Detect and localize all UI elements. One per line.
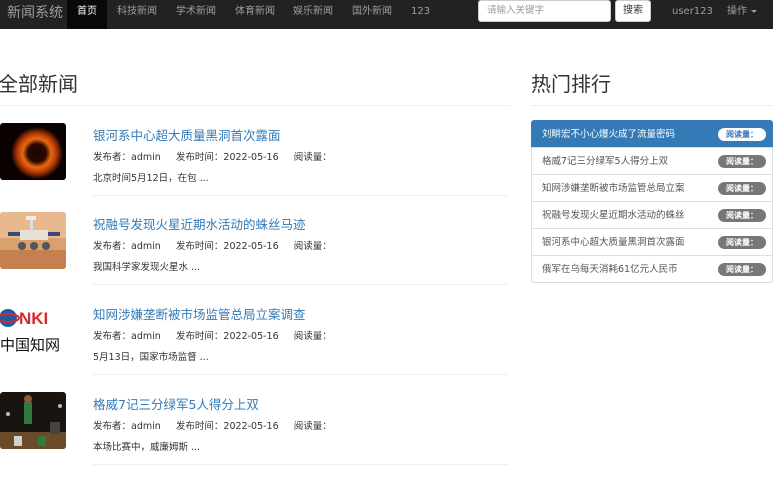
author-value: admin bbox=[131, 331, 161, 342]
news-title-link[interactable]: 知网涉嫌垄断被市场监管总局立案调查 bbox=[93, 304, 306, 323]
item-divider bbox=[93, 464, 508, 465]
hot-item-label: 格威7记三分绿军5人得分上双 bbox=[542, 156, 669, 167]
time-label: 发布时间： bbox=[175, 152, 224, 163]
read-count-badge: 阅读量： bbox=[718, 155, 766, 168]
hot-list: 刘畊宏不小心爆火成了流量密码 阅读量： 格威7记三分绿军5人得分上双 阅读量： … bbox=[531, 120, 773, 283]
read-count-badge: 阅读量： bbox=[718, 182, 766, 195]
item-divider bbox=[93, 284, 508, 285]
reads-label: 阅读量： bbox=[293, 241, 332, 252]
news-meta: 发布者：admin 发布时间：2022-05-16 阅读量： bbox=[93, 149, 332, 163]
hot-item-label: 俄军在乌每天消耗61亿元人民币 bbox=[542, 264, 678, 275]
author-value: admin bbox=[131, 421, 161, 432]
news-excerpt: 本场比赛中，威廉姆斯 ... bbox=[93, 442, 201, 453]
read-count-badge: 阅读量： bbox=[718, 128, 766, 141]
hot-list-item[interactable]: 祝融号发现火星近期水活动的蛛丝 阅读量： bbox=[531, 201, 773, 229]
news-item: 格威7记三分绿军5人得分上双 发布者：admin 发布时间：2022-05-16… bbox=[0, 392, 508, 482]
news-excerpt: 我国科学家发现火星水 ... bbox=[93, 262, 201, 273]
user-link[interactable]: user123 bbox=[672, 0, 713, 24]
news-title-link[interactable]: 格威7记三分绿军5人得分上双 bbox=[93, 394, 259, 413]
caret-down-icon bbox=[751, 9, 757, 13]
search-button[interactable]: 搜索 bbox=[615, 0, 651, 22]
mars-rover-image[interactable] bbox=[0, 212, 66, 269]
hot-list-item[interactable]: 知网涉嫌垄断被市场监管总局立案 阅读量： bbox=[531, 174, 773, 202]
time-label: 发布时间： bbox=[175, 241, 224, 252]
time-value: 2022-05-16 bbox=[223, 331, 279, 342]
author-label: 发布者： bbox=[93, 241, 132, 252]
cnki-logo-text: NKI bbox=[19, 309, 48, 328]
item-divider bbox=[93, 374, 508, 375]
time-label: 发布时间： bbox=[175, 421, 224, 432]
news-meta: 发布者：admin 发布时间：2022-05-16 阅读量： bbox=[93, 238, 332, 252]
hot-item-label: 刘畊宏不小心爆火成了流量密码 bbox=[542, 129, 676, 140]
ops-dropdown[interactable]: 操作 bbox=[727, 0, 757, 24]
read-count-badge: 阅读量： bbox=[718, 236, 766, 249]
hot-list-item[interactable]: 格威7记三分绿军5人得分上双 阅读量： bbox=[531, 147, 773, 175]
hot-title-divider bbox=[531, 105, 773, 106]
time-value: 2022-05-16 bbox=[223, 241, 279, 252]
author-value: admin bbox=[131, 152, 161, 163]
nav-item-academic[interactable]: 学术新闻 bbox=[176, 0, 216, 29]
hot-item-label: 祝融号发现火星近期水活动的蛛丝 bbox=[542, 210, 685, 221]
search-input[interactable]: 请输入关键字 bbox=[478, 0, 611, 22]
reads-label: 阅读量： bbox=[293, 331, 332, 342]
page-title: 全部新闻 bbox=[0, 72, 78, 96]
hot-list-item[interactable]: 俄军在乌每天消耗61亿元人民币 阅读量： bbox=[531, 255, 773, 283]
hot-list-item[interactable]: 银河系中心超大质量黑洞首次露面 阅读量： bbox=[531, 228, 773, 256]
basketball-image[interactable] bbox=[0, 392, 66, 449]
hot-item-label: 银河系中心超大质量黑洞首次露面 bbox=[542, 237, 685, 248]
nav-item-sports[interactable]: 体育新闻 bbox=[235, 0, 275, 29]
author-label: 发布者： bbox=[93, 421, 132, 432]
news-title-link[interactable]: 祝融号发现火星近期水活动的蛛丝马迹 bbox=[93, 214, 306, 233]
news-item: NKI 中国知网 知网涉嫌垄断被市场监管总局立案调查 发布者：admin 发布时… bbox=[0, 302, 508, 392]
nav-item-123[interactable]: 123 bbox=[411, 0, 430, 29]
news-meta: 发布者：admin 发布时间：2022-05-16 阅读量： bbox=[93, 328, 332, 342]
author-label: 发布者： bbox=[93, 152, 132, 163]
time-value: 2022-05-16 bbox=[223, 152, 279, 163]
author-label: 发布者： bbox=[93, 331, 132, 342]
nav-item-home[interactable]: 首页 bbox=[67, 0, 107, 29]
news-item: 祝融号发现火星近期水活动的蛛丝马迹 发布者：admin 发布时间：2022-05… bbox=[0, 212, 508, 302]
hot-list-item[interactable]: 刘畊宏不小心爆火成了流量密码 阅读量： bbox=[531, 120, 773, 148]
nav-item-entertainment[interactable]: 娱乐新闻 bbox=[293, 0, 333, 29]
hot-title: 热门排行 bbox=[531, 72, 611, 96]
time-value: 2022-05-16 bbox=[223, 421, 279, 432]
news-meta: 发布者：admin 发布时间：2022-05-16 阅读量： bbox=[93, 418, 332, 432]
author-value: admin bbox=[131, 241, 161, 252]
nav-item-tech[interactable]: 科技新闻 bbox=[117, 0, 157, 29]
nav-item-foreign[interactable]: 国外新闻 bbox=[352, 0, 392, 29]
reads-label: 阅读量： bbox=[293, 152, 332, 163]
news-excerpt: 5月13日，国家市场监督 ... bbox=[93, 352, 209, 363]
top-navbar: 新闻系统 首页 科技新闻 学术新闻 体育新闻 娱乐新闻 国外新闻 123 请输入… bbox=[0, 0, 773, 29]
reads-label: 阅读量： bbox=[293, 421, 332, 432]
cnki-logo-subtext: 中国知网 bbox=[0, 336, 60, 354]
time-label: 发布时间： bbox=[175, 331, 224, 342]
news-excerpt: 北京时间5月12日，在包 ... bbox=[93, 173, 209, 184]
read-count-badge: 阅读量： bbox=[718, 263, 766, 276]
title-divider bbox=[0, 105, 510, 106]
news-item: 银河系中心超大质量黑洞首次露面 发布者：admin 发布时间：2022-05-1… bbox=[0, 123, 508, 213]
hot-item-label: 知网涉嫌垄断被市场监管总局立案 bbox=[542, 183, 685, 194]
black-hole-image[interactable] bbox=[0, 123, 66, 180]
brand-logo[interactable]: 新闻系统 bbox=[7, 0, 63, 29]
cnki-logo[interactable]: NKI 中国知网 bbox=[0, 302, 66, 359]
read-count-badge: 阅读量： bbox=[718, 209, 766, 222]
item-divider bbox=[93, 195, 508, 196]
news-title-link[interactable]: 银河系中心超大质量黑洞首次露面 bbox=[93, 125, 281, 144]
ops-label: 操作 bbox=[727, 6, 747, 17]
